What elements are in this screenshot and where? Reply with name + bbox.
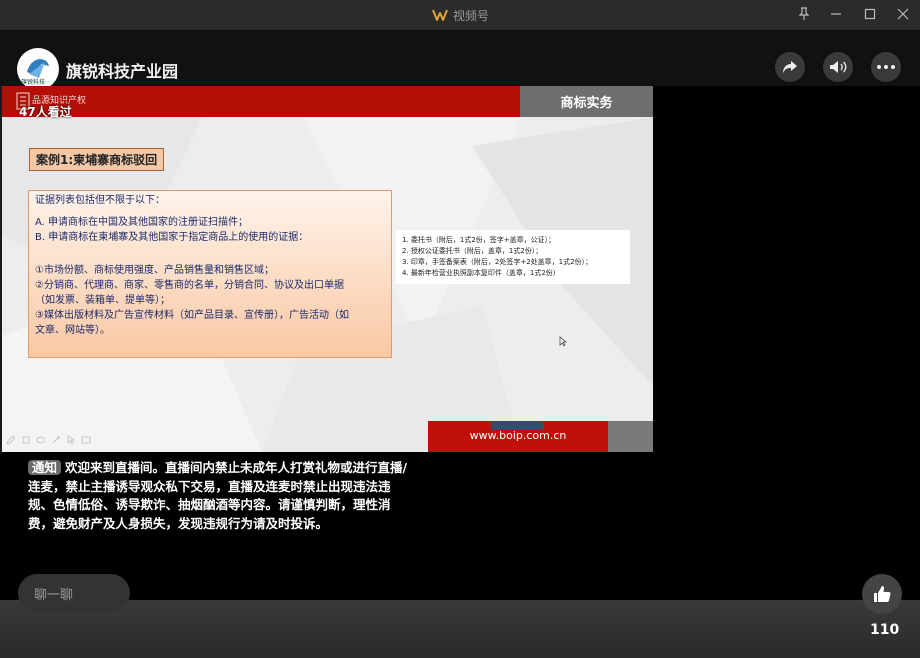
evidence-list-box: 证据列表包括但不限于以下： A. 申请商标在中国及其他国家的注册证扫描件； B.…	[28, 190, 392, 358]
volume-button[interactable]	[823, 52, 853, 82]
mouse-cursor-icon	[559, 336, 567, 347]
video-letterbox	[653, 86, 920, 452]
minimize-icon	[831, 13, 841, 15]
highlighter-tool-icon[interactable]	[21, 435, 31, 445]
evidence-line: ②分销商、代理商、商家、零售商的名单，分销合同、协议及出口单据	[35, 280, 344, 291]
like-button[interactable]	[862, 574, 902, 614]
share-button[interactable]	[775, 52, 805, 82]
pointer-tool-icon[interactable]	[66, 435, 76, 445]
pen-tool-icon[interactable]	[6, 435, 16, 445]
notice-tag: 通知	[28, 460, 62, 475]
share-icon	[783, 61, 797, 73]
note-line: 2. 授权公证委托书（附后，盖章，1式2份）；	[402, 247, 543, 255]
slide-website-url: www.boip.com.cn	[469, 429, 567, 442]
channel-name: 旗锐科技产业园	[66, 62, 179, 81]
note-line: 3. 印章，手签备案表（附后，2处签字+2处盖章，1式2份）；	[402, 258, 593, 266]
shape-tool-icon[interactable]	[51, 435, 61, 445]
evidence-line: ③媒体出版材料及广告宣传材料（如产品目录、宣传册），广告活动（如	[35, 310, 349, 321]
pin-icon	[798, 7, 810, 20]
slide-footer-gray	[608, 421, 653, 452]
video-player[interactable]: 品源知识产权 47人看过 商标实务 案例1:柬埔寨商标驳回 证据列表包括但不限于…	[2, 86, 653, 452]
evidence-line: ①市场份额、商标使用强度、产品销售量和销售区域；	[35, 265, 274, 276]
channels-logo-icon	[432, 9, 448, 21]
app-title-text: 视频号	[453, 8, 490, 23]
eraser-tool-icon[interactable]	[36, 435, 46, 445]
maximize-icon	[864, 8, 876, 20]
like-count: 110	[870, 622, 900, 638]
annotation-toolbar	[6, 435, 91, 445]
close-button[interactable]	[893, 5, 913, 23]
channel-avatar[interactable]: 旗锐科技	[17, 48, 59, 90]
note-line: 4. 最新年检营业执照副本复印件（盖章，1式2份）	[402, 269, 560, 277]
evidence-line: 文章、网站等）。	[35, 325, 110, 336]
minimize-button[interactable]	[826, 5, 846, 23]
note-line: 1. 委托书（附后，1式2份，签字+盖章，公证）；	[402, 236, 556, 244]
more-icon	[877, 65, 895, 69]
evidence-line: A. 申请商标在中国及其他国家的注册证扫描件；	[35, 217, 249, 228]
more-options-button[interactable]	[871, 52, 901, 82]
required-documents-box: 1. 委托书（附后，1式2份，签字+盖章，公证）； 2. 授权公证委托书（附后，…	[396, 230, 630, 284]
channel-logo-text: 旗锐科技	[21, 79, 46, 86]
volume-icon	[830, 61, 847, 73]
viewer-count: 47人看过	[19, 105, 72, 119]
screen-tool-icon[interactable]	[81, 435, 91, 445]
evidence-line: 证据列表包括但不限于以下：	[35, 195, 165, 206]
close-icon	[897, 8, 909, 20]
app-title: 视频号	[432, 6, 489, 24]
evidence-line: （如发票、装箱单、提单等）；	[35, 295, 170, 306]
case-title: 案例1:柬埔寨商标驳回	[29, 148, 165, 171]
chat-input[interactable]: 聊一聊	[18, 574, 130, 612]
bottom-toolbar-background	[0, 600, 920, 658]
maximize-button[interactable]	[860, 5, 880, 23]
thumbs-up-icon	[874, 586, 891, 602]
slide-section-title: 商标实务	[520, 86, 653, 117]
evidence-line: B. 申请商标在柬埔寨及其他国家于指定商品上的使用的证据：	[35, 232, 309, 243]
pin-button[interactable]	[794, 5, 814, 23]
notice-text: 欢迎来到直播间。直播间内禁止未成年人打赏礼物或进行直播/连麦，禁止主播诱导观众私…	[28, 460, 408, 531]
live-notice: 通知 欢迎来到直播间。直播间内禁止未成年人打赏礼物或进行直播/连麦，禁止主播诱导观…	[28, 459, 410, 533]
